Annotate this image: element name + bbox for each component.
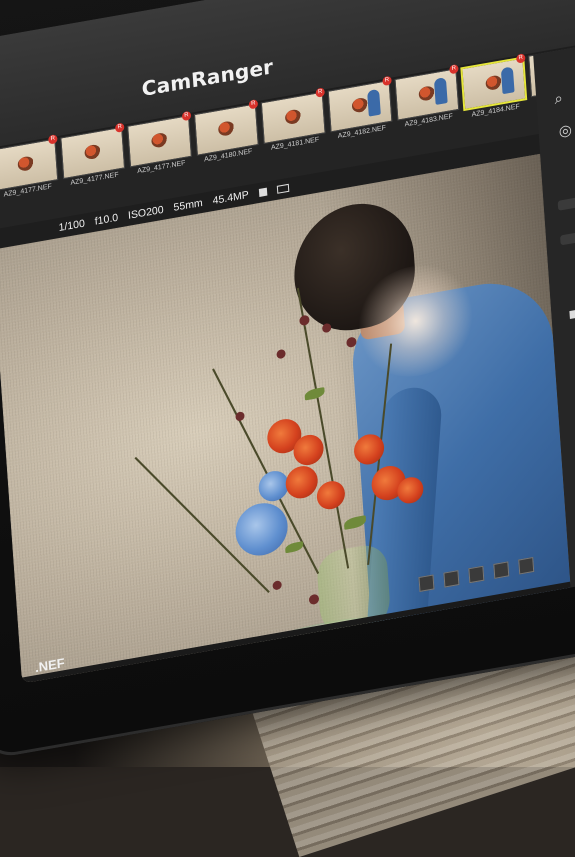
app-screen: CamRanger ⚙ ◎ RAZ9_4177.NEFRAZ9_4177.NEF… (0, 0, 575, 684)
berry (308, 593, 320, 606)
battery-icon (276, 183, 289, 194)
thumbnail-bloom (351, 96, 369, 114)
leaf (304, 387, 325, 401)
tablet-device: CamRanger ⚙ ◎ RAZ9_4177.NEFRAZ9_4177.NEF… (0, 0, 575, 761)
iso: ISO200 (127, 203, 165, 222)
thumbnail-item[interactable]: R AZ9_4177.NEF (60, 122, 126, 188)
berry (235, 411, 245, 422)
raw-badge: R (114, 122, 125, 133)
tool-icon[interactable] (443, 570, 460, 588)
raw-badge: R (181, 110, 192, 122)
thumbnail-item[interactable]: R AZ9_4180.NEF (193, 99, 259, 165)
thumbnail-figure (433, 77, 448, 105)
raw-badge: R (48, 134, 58, 145)
thumbnail-item[interactable]: R AZ9_4177.NEF (0, 134, 59, 200)
aperture: f10.0 (94, 211, 119, 228)
raw-badge: R (449, 63, 459, 75)
thumbnail-bloom (284, 108, 302, 126)
thumbnail-bloom (485, 74, 503, 92)
app-brand: CamRanger (140, 54, 274, 102)
thumbnail-bloom (217, 120, 235, 137)
thumbnail-figure (500, 66, 515, 95)
thumbnail-figure (367, 88, 381, 117)
thumbnail-item[interactable]: R AZ9_4183.NEF (394, 63, 460, 129)
berry (299, 314, 310, 327)
focus-icon[interactable]: ◎ (558, 120, 572, 140)
focal-length: 55mm (173, 196, 204, 214)
thumbnail-item[interactable]: R AZ9_4181.NEF (260, 87, 326, 153)
zoom-icon[interactable]: ⌕ (554, 90, 564, 108)
shutter-speed: 1/100 (58, 217, 86, 235)
thumbnail-item[interactable]: R AZ9_4184.NEF (460, 53, 528, 120)
raw-badge: R (248, 99, 259, 110)
thumbnail-item[interactable]: R AZ9_4182.NEF (327, 75, 393, 141)
thumbnail-bloom (150, 131, 168, 149)
setting-slider[interactable] (557, 195, 575, 211)
tool-icon[interactable] (493, 561, 510, 579)
raw-badge: R (382, 75, 392, 87)
thumbnail-bloom (418, 85, 436, 102)
thumbnail-bloom (84, 143, 102, 161)
orange-flower (284, 463, 319, 501)
tool-icon[interactable] (418, 574, 435, 592)
megapixels: 45.4MP (212, 188, 250, 208)
metering-icon (258, 187, 268, 198)
thumbnail-item[interactable]: R AZ9_4177.NEF (127, 110, 192, 176)
berry (276, 348, 286, 360)
berry (272, 580, 282, 591)
grid-toggle[interactable] (569, 308, 575, 320)
tool-icon[interactable] (468, 565, 485, 584)
tool-icon[interactable] (518, 557, 535, 575)
orange-flower (315, 478, 346, 512)
thumbnail-bloom (17, 155, 35, 172)
setting-slider[interactable] (560, 230, 575, 246)
raw-badge: R (315, 87, 326, 98)
leaf (284, 541, 304, 554)
hydrangea-flower (233, 499, 290, 560)
raw-badge: R (515, 53, 526, 64)
